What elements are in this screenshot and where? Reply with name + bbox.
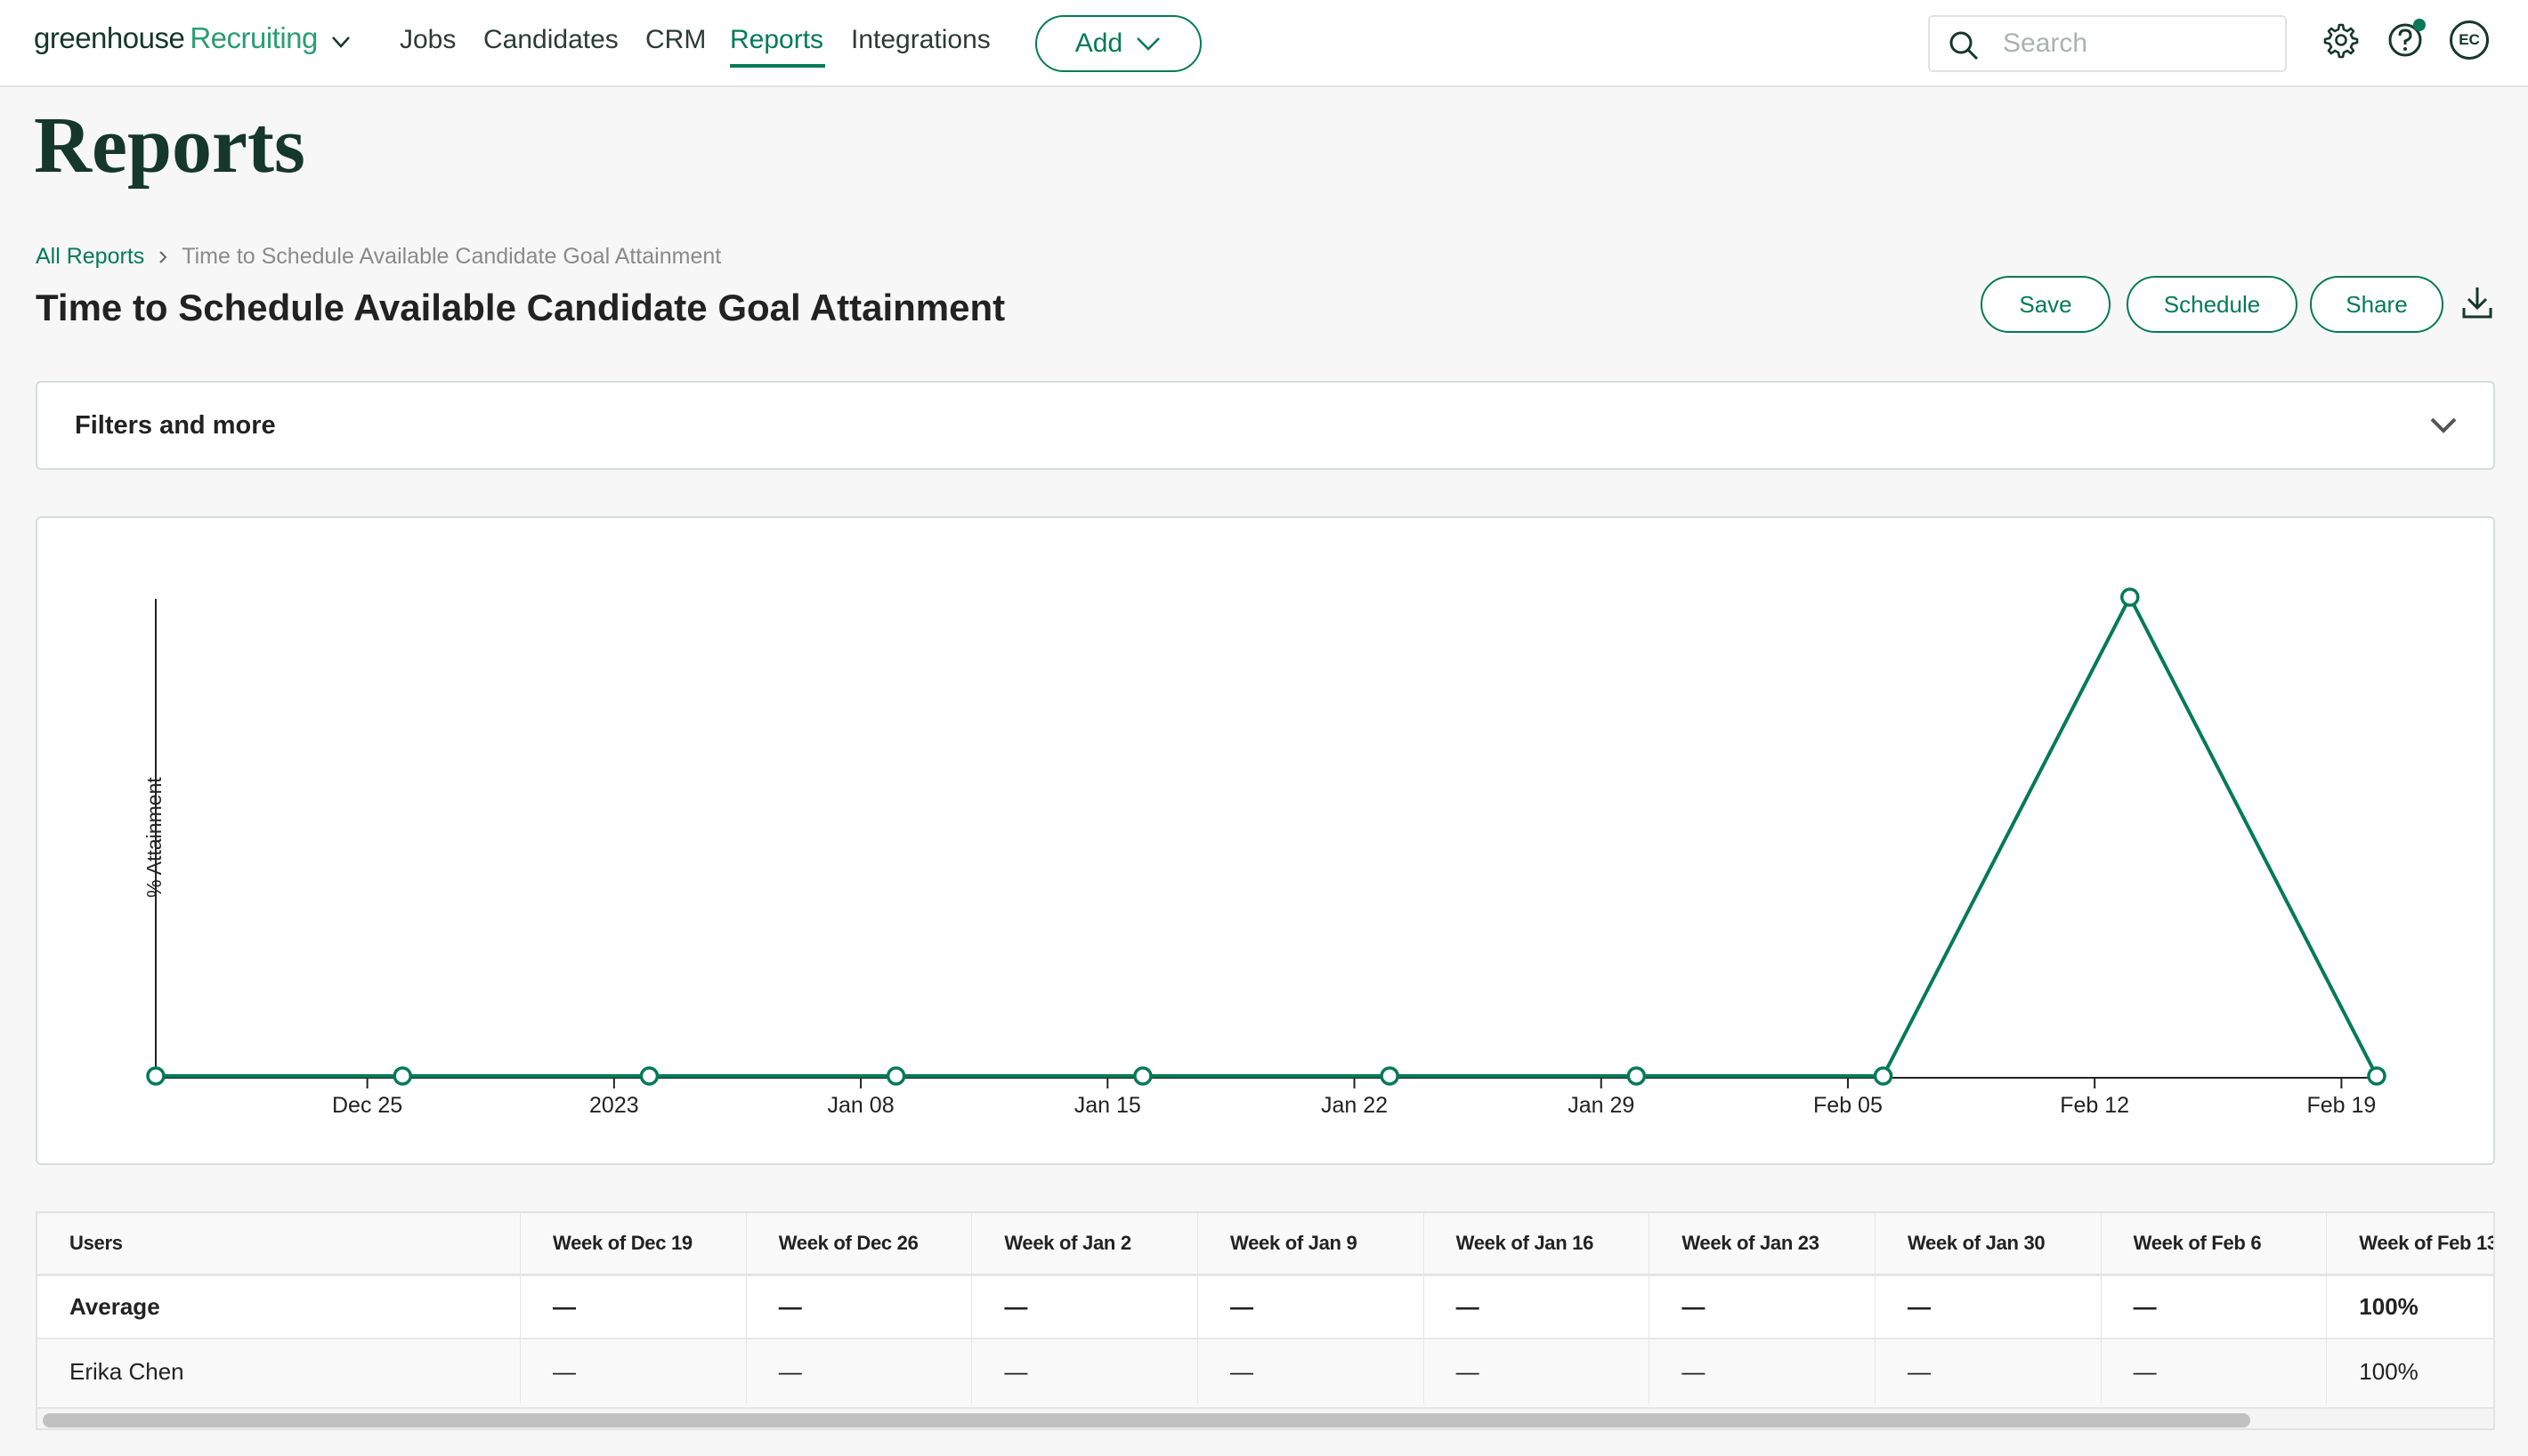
value-cell: — <box>1197 1339 1424 1403</box>
value-cell: — <box>746 1339 973 1403</box>
greenhouse-logo[interactable]: greenhouse Recruiting <box>34 21 318 55</box>
chevron-down-icon <box>1137 37 1161 51</box>
value-cell: — <box>1875 1274 2102 1339</box>
x-tick-label: Jan 29 <box>1568 1093 1634 1118</box>
data-point[interactable] <box>146 1066 166 1086</box>
value-cell: — <box>1875 1339 2102 1403</box>
report-table: Users Week of Dec 19 Week of Dec 26 Week of… <box>36 1211 2495 1430</box>
value-cell: — <box>520 1274 747 1339</box>
gear-icon[interactable] <box>2322 21 2360 59</box>
search-icon <box>1949 31 1979 61</box>
value-cell: — <box>2101 1339 2328 1403</box>
column-header-week[interactable]: Week of Feb 13 <box>2326 1213 2493 1276</box>
table-header-row: Users Week of Dec 19 Week of Dec 26 Week of… <box>37 1213 2493 1276</box>
avatar[interactable]: EC <box>2450 20 2489 60</box>
value-cell: — <box>971 1339 1199 1403</box>
save-button[interactable]: Save <box>1981 276 2111 333</box>
line-chart: % Attainment Dec 25 2023 Jan 08 Jan 15 Jan 2… <box>142 587 2386 1118</box>
logo-primary: greenhouse <box>34 21 185 54</box>
column-header-week[interactable]: Week of Dec 26 <box>746 1213 973 1276</box>
table-row-average: Average — — — — — — — —100% <box>37 1274 2493 1339</box>
share-button[interactable]: Share <box>2310 276 2443 333</box>
row-name-cell: Average <box>37 1274 522 1339</box>
data-point[interactable] <box>1133 1066 1153 1086</box>
nav-crm[interactable]: CRM <box>645 25 706 55</box>
search-box <box>1928 15 2287 72</box>
y-axis-label: % Attainment <box>142 777 166 898</box>
value-cell: — <box>971 1274 1199 1339</box>
value-cell: — <box>2101 1274 2328 1339</box>
nav-integrations[interactable]: Integrations <box>851 25 991 55</box>
x-tick-label: Jan 22 <box>1321 1093 1388 1118</box>
schedule-button[interactable]: Schedule <box>2127 276 2297 333</box>
breadcrumb-current: Time to Schedule Available Candidate Goa… <box>182 244 722 269</box>
data-point[interactable] <box>1873 1066 1893 1086</box>
value-cell: — <box>1423 1274 1650 1339</box>
add-button[interactable]: Add <box>1035 15 1202 72</box>
chevron-down-icon[interactable] <box>2429 415 2458 436</box>
x-tick-label: Feb 19 <box>2306 1093 2376 1118</box>
x-tick-label: Jan 08 <box>828 1093 895 1118</box>
filters-panel[interactable]: Filters and more <box>36 381 2495 470</box>
data-point[interactable] <box>1626 1066 1647 1086</box>
value-cell: — <box>746 1274 973 1339</box>
x-tick-label: Feb 12 <box>2060 1093 2129 1118</box>
chart-card: % Attainment Dec 25 2023 Jan 08 Jan 15 Jan 2… <box>36 516 2495 1165</box>
value-cell: — <box>1197 1274 1424 1339</box>
x-tick-label: Feb 05 <box>1813 1093 1883 1118</box>
value-cell: — <box>1649 1339 1876 1403</box>
download-icon[interactable] <box>2460 285 2494 320</box>
data-point[interactable] <box>2367 1066 2386 1086</box>
scrollbar-thumb[interactable] <box>43 1413 2250 1428</box>
value-cell: 100% <box>2326 1339 2493 1403</box>
filters-label: Filters and more <box>75 411 276 440</box>
top-nav-bar: greenhouse Recruiting Jobs Candidates CRM… <box>0 0 2528 87</box>
x-tick-label: Dec 25 <box>332 1093 402 1118</box>
column-header-week[interactable]: Week of Jan 30 <box>1875 1213 2102 1276</box>
horizontal-scrollbar[interactable] <box>37 1407 2493 1428</box>
data-point[interactable] <box>1380 1066 1399 1086</box>
nav-candidates[interactable]: Candidates <box>483 25 619 55</box>
column-header-week[interactable]: Week of Dec 19 <box>520 1213 747 1276</box>
nav-active-indicator <box>730 64 825 68</box>
column-header-week[interactable]: Week of Jan 2 <box>971 1213 1199 1276</box>
value-cell: — <box>1649 1274 1876 1339</box>
table-row: Erika Chen — — — — — — — —100% <box>37 1339 2493 1403</box>
chevron-down-icon[interactable] <box>331 32 351 52</box>
data-point[interactable] <box>639 1066 660 1086</box>
x-tick-label: Jan 15 <box>1074 1093 1141 1118</box>
add-button-label: Add <box>1074 28 1123 58</box>
x-tick-label: 2023 <box>589 1093 639 1118</box>
notification-dot <box>2413 19 2426 31</box>
column-header-users[interactable]: Users <box>37 1213 522 1276</box>
data-point[interactable] <box>2120 587 2140 607</box>
column-header-week[interactable]: Week of Feb 6 <box>2101 1213 2328 1276</box>
search-input[interactable] <box>2003 17 2270 70</box>
report-title: Time to Schedule Available Candidate Goa… <box>36 287 1006 328</box>
data-point[interactable] <box>886 1066 906 1086</box>
nav-reports[interactable]: Reports <box>730 25 823 55</box>
series-line-average <box>156 593 2378 1078</box>
nav-jobs[interactable]: Jobs <box>400 25 456 55</box>
column-header-week[interactable]: Week of Jan 23 <box>1649 1213 1876 1276</box>
page-title: Reports <box>34 101 305 190</box>
value-cell: 100% <box>2326 1274 2493 1339</box>
value-cell: — <box>520 1339 747 1403</box>
row-name-cell: Erika Chen <box>37 1339 522 1403</box>
column-header-week[interactable]: Week of Jan 16 <box>1423 1213 1650 1276</box>
breadcrumb: All Reports Time to Schedule Available C… <box>36 244 721 270</box>
column-header-week[interactable]: Week of Jan 9 <box>1197 1213 1424 1276</box>
chevron-right-icon <box>159 250 167 263</box>
value-cell: — <box>1423 1339 1650 1403</box>
breadcrumb-all-reports[interactable]: All Reports <box>36 244 144 270</box>
data-point[interactable] <box>393 1066 412 1086</box>
logo-secondary: Recruiting <box>190 21 318 54</box>
